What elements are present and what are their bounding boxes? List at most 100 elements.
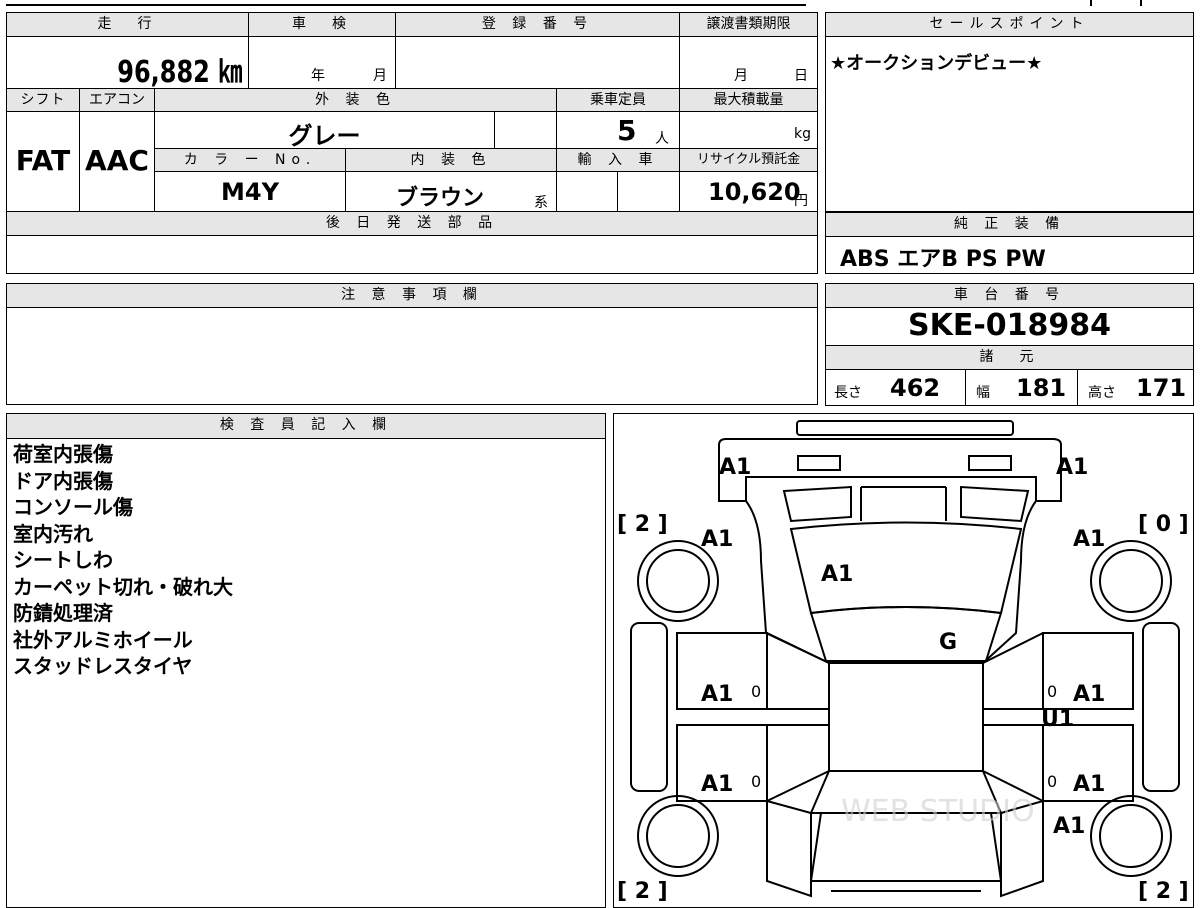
left-fender <box>766 799 812 898</box>
interior-color-cell: ブラウン 系 <box>345 171 557 212</box>
later-parts-cell <box>6 235 818 274</box>
mileage-value: 96,882 ㎞ <box>117 55 242 90</box>
shift-cell: FAT <box>6 111 80 212</box>
length-label: 長さ <box>834 385 862 401</box>
recycle-unit: 円 <box>794 193 808 209</box>
equipment-label: 純 正 装 備 <box>825 212 1194 237</box>
aircon-label: エアコン <box>79 88 155 112</box>
mark-rear-door-right: 0 <box>1047 682 1057 701</box>
exterior-color-extra-cell <box>494 111 557 149</box>
height-label: 高さ <box>1088 385 1116 401</box>
transfer-deadline-cell: 月 日 <box>679 36 818 89</box>
capacity-unit: 人 <box>655 131 669 147</box>
interior-color-value: ブラウン <box>396 186 485 211</box>
tire-code-rear-left: [ 2 ] <box>617 512 668 537</box>
import-label: 輸 入 車 <box>556 148 680 172</box>
code-front-door-right: A1 <box>1073 772 1105 797</box>
code-roof: G <box>939 630 957 655</box>
tire-code-front-left: [ 2 ] <box>617 879 668 904</box>
registration-cell <box>395 36 680 89</box>
car-diagram-frame: A1 A1 [ 2 ] [ 0 ] A1 A1 A1 G A1 0 0 A1 U… <box>613 413 1194 908</box>
tire-rear-left-inner <box>646 549 710 613</box>
code-rear-door-left: A1 <box>701 682 733 707</box>
code-rear-door-right: A1 <box>1073 682 1105 707</box>
capacity-cell: 5 人 <box>556 111 680 149</box>
tire-front-left-inner <box>646 804 710 868</box>
roof-rear <box>809 606 1003 662</box>
chassis-label: 車 台 番 号 <box>825 283 1194 308</box>
tire-code-rear-right: [ 0 ] <box>1138 512 1189 537</box>
chassis-value: SKE-018984 <box>907 308 1112 343</box>
tire-rear-left <box>637 540 719 622</box>
equipment-cell: ABS エアB PS PW <box>825 236 1194 274</box>
interior-color-suffix: 系 <box>534 195 548 211</box>
sales-point-cell: ★オークションデビュー★ <box>825 36 1194 212</box>
shift-label: シフト <box>6 88 80 112</box>
color-number-value: M4Y <box>221 178 279 206</box>
code-rear-door-right-sub: U1 <box>1041 707 1074 732</box>
specs-label: 諸 元 <box>825 345 1194 370</box>
code-front-door-left: A1 <box>701 772 733 797</box>
max-load-cell: kg <box>679 111 818 149</box>
rear-window-right <box>960 485 1030 523</box>
watermark: WEB STUDIO <box>841 794 1035 829</box>
shaken-month-unit: 月 <box>373 68 387 84</box>
notes-label: 注 意 事 項 欄 <box>6 283 818 308</box>
color-number-label: カ ラ ー No. <box>154 148 346 172</box>
length-cell: 長さ 462 <box>825 369 966 406</box>
sales-point-label: セールスポイント <box>825 12 1194 37</box>
length-value: 462 <box>890 374 941 402</box>
aircon-cell: AAC <box>79 111 155 212</box>
inspector-line: コンソール傷 <box>13 495 133 519</box>
height-cell: 高さ 171 <box>1077 369 1194 406</box>
height-value: 171 <box>1136 374 1187 402</box>
mark-front-door-left: 0 <box>751 772 761 791</box>
rear-hatch-lines <box>860 486 947 521</box>
capacity-value: 5 <box>617 114 637 147</box>
shaken-cell: 年 月 <box>248 36 396 89</box>
roof <box>828 662 984 772</box>
inspector-lines: 荷室内張傷 ドア内張傷 コンソール傷 室内汚れ シートしわ カーペット切れ・破れ… <box>13 441 233 680</box>
shaken-year-unit: 年 <box>311 68 325 84</box>
aircon-value: AAC <box>85 144 149 177</box>
notes-cell <box>6 307 818 405</box>
code-rear-left: A1 <box>719 455 751 480</box>
transfer-day-unit: 日 <box>794 68 808 84</box>
vehicle-info-grid: 走 行 車 検 登 録 番 号 譲渡書類期限 96,882 ㎞ 年 月 月 日 … <box>6 12 818 274</box>
shift-value: FAT <box>15 144 71 177</box>
equipment-value: ABS エアB PS PW <box>840 247 1046 272</box>
mileage-label: 走 行 <box>6 12 249 37</box>
inspector-line: 室内汚れ <box>13 521 93 546</box>
transfer-month-unit: 月 <box>734 68 748 84</box>
transfer-deadline-label: 譲渡書類期限 <box>679 12 818 37</box>
width-value: 181 <box>1016 374 1067 402</box>
car-diagram: A1 A1 [ 2 ] [ 0 ] A1 A1 A1 G A1 0 0 A1 U… <box>617 420 1189 904</box>
left-sill <box>630 622 668 792</box>
mark-front-door-right: 0 <box>1047 772 1057 791</box>
chassis-cell: SKE-018984 <box>825 307 1194 346</box>
shaken-label: 車 検 <box>248 12 396 37</box>
later-parts-label: 後 日 発 送 部 品 <box>6 211 818 236</box>
exterior-color-cell: グレー <box>154 111 495 150</box>
import-cell-b <box>617 171 680 212</box>
rear-bumper <box>796 420 1014 436</box>
mark-rear-door-left: 0 <box>751 682 761 701</box>
recycle-cell: 10,620 円 <box>679 171 818 212</box>
rear-window-left <box>782 485 852 523</box>
rear-lamp-left <box>797 455 841 471</box>
inspector-line: シートしわ <box>13 548 113 572</box>
width-label: 幅 <box>976 385 990 401</box>
tire-front-right-inner <box>1099 804 1163 868</box>
exterior-color-value: グレー <box>288 122 361 150</box>
tire-front-left <box>637 795 719 877</box>
sales-point-text: ★オークションデビュー★ <box>830 53 1043 74</box>
capacity-label: 乗車定員 <box>556 88 680 112</box>
exterior-color-label: 外 装 色 <box>154 88 557 112</box>
tire-code-front-right: [ 2 ] <box>1138 879 1189 904</box>
inspector-line: 荷室内張傷 <box>13 442 113 466</box>
inspector-label: 検 査 員 記 入 欄 <box>6 413 606 439</box>
tire-rear-right <box>1090 540 1172 622</box>
code-quarter-right: A1 <box>1073 527 1105 552</box>
tire-rear-right-inner <box>1099 549 1163 613</box>
max-load-unit: kg <box>794 126 811 142</box>
